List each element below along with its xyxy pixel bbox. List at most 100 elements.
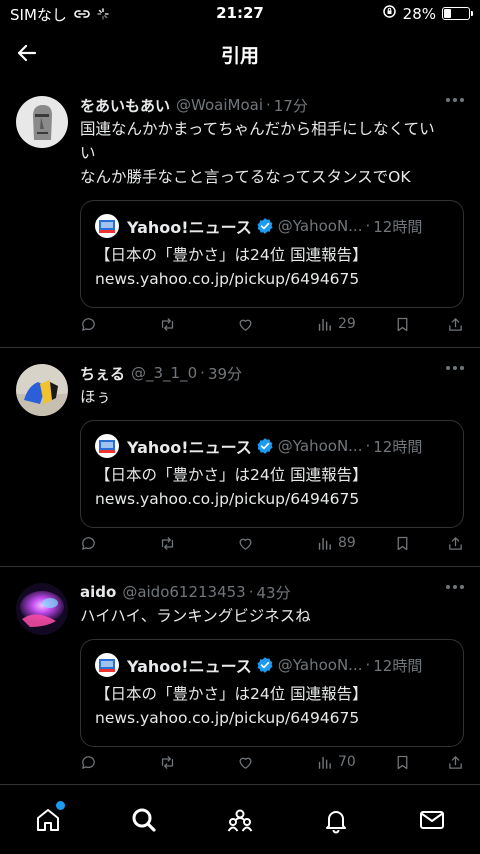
like-icon: [239, 538, 252, 550]
tab-communities[interactable]: [223, 803, 257, 837]
author-handle[interactable]: @WoaiMoai: [176, 96, 263, 114]
bookmark-button[interactable]: [394, 313, 411, 335]
like-button[interactable]: [237, 313, 254, 335]
share-button[interactable]: [447, 751, 464, 773]
post-item[interactable]: aido @aido61213453 · 43分 ハイハイ、ランキングビジネスね…: [0, 567, 480, 786]
post-header: ちぇる @_3_1_0 · 39分: [80, 362, 464, 384]
bookmark-button[interactable]: [394, 751, 411, 773]
quoted-text: 【日本の「豊かさ」は24位 国連報告】 news.yahoo.co.jp/pic…: [95, 463, 449, 511]
views-count: 89: [338, 535, 356, 551]
tab-messages[interactable]: [415, 803, 449, 837]
bookmark-button[interactable]: [394, 532, 411, 554]
orientation-lock-icon: [382, 4, 397, 23]
quoted-header: Yahoo!ニュース @YahooN... · 12時間: [95, 652, 449, 678]
author-handle[interactable]: @_3_1_0: [131, 364, 197, 382]
home-notification-dot: [56, 801, 65, 810]
views-count: 70: [338, 754, 356, 770]
repost-button[interactable]: [159, 751, 176, 773]
post-item[interactable]: をあいもあい @WoaiMoai · 17分 国連なんかかまってちゃんだから相手…: [0, 80, 480, 348]
yahoo-logo-icon: [95, 214, 119, 238]
battery-percent: 28%: [402, 4, 436, 23]
quoted-text: 【日本の「豊かさ」は24位 国連報告】 news.yahoo.co.jp/pic…: [95, 682, 449, 730]
more-icon[interactable]: [446, 98, 464, 102]
tab-search[interactable]: [127, 803, 161, 837]
author-name[interactable]: aido: [80, 583, 116, 601]
quoted-time: 12時間: [373, 656, 423, 675]
yahoo-logo-icon: [95, 653, 119, 677]
quoted-text-link[interactable]: news.yahoo.co.jp/pickup/6494675: [95, 487, 449, 511]
reply-button[interactable]: [80, 751, 97, 773]
quoted-post[interactable]: Yahoo!ニュース @YahooN... · 12時間 【日本の「豊かさ」は2…: [80, 200, 464, 308]
post-body: ちぇる @_3_1_0 · 39分 ほぅ Yahoo!ニュース @YahooN.…: [80, 362, 464, 528]
verified-icon: [256, 656, 274, 674]
quote-feed: をあいもあい @WoaiMoai · 17分 国連なんかかまってちゃんだから相手…: [0, 80, 480, 786]
quoted-author-name: Yahoo!ニュース: [127, 438, 252, 457]
repost-icon: [161, 317, 174, 331]
repost-button[interactable]: [159, 532, 176, 554]
battery-icon: [442, 7, 473, 20]
post-actions: 70: [80, 751, 464, 773]
repost-button[interactable]: [159, 313, 176, 335]
share-icon: [449, 755, 462, 769]
quoted-text: 【日本の「豊かさ」は24位 国連報告】 news.yahoo.co.jp/pic…: [95, 243, 449, 291]
quoted-author-handle: @YahooN...: [277, 437, 363, 455]
post-time: 43分: [256, 583, 291, 602]
more-icon[interactable]: [446, 585, 464, 589]
reply-icon: [82, 317, 95, 331]
post-time: 17分: [273, 96, 308, 115]
quoted-text-headline: 【日本の「豊かさ」は24位 国連報告】: [95, 685, 368, 703]
post-text: ハイハイ、ランキングビジネスね: [80, 607, 311, 625]
like-icon: [239, 319, 252, 331]
author-name[interactable]: ちぇる: [80, 363, 125, 384]
share-button[interactable]: [447, 313, 464, 335]
tab-notifications[interactable]: [319, 803, 353, 837]
views-icon: [318, 318, 331, 331]
reply-button[interactable]: [80, 532, 97, 554]
quoted-author-handle: @YahooN...: [277, 656, 363, 674]
quoted-text-link[interactable]: news.yahoo.co.jp/pickup/6494675: [95, 706, 449, 730]
avatar[interactable]: [16, 583, 68, 635]
quoted-text-headline: 【日本の「豊かさ」は24位 国連報告】: [95, 246, 368, 264]
like-button[interactable]: [237, 532, 254, 554]
views-button[interactable]: 29: [316, 313, 356, 335]
post-item[interactable]: ちぇる @_3_1_0 · 39分 ほぅ Yahoo!ニュース @YahooN.…: [0, 348, 480, 567]
repost-icon: [161, 536, 174, 550]
home-icon: [37, 809, 59, 831]
verified-icon: [256, 437, 274, 455]
author-handle[interactable]: @aido61213453: [122, 583, 245, 601]
battery-fill: [444, 9, 452, 18]
avatar[interactable]: [16, 364, 68, 416]
quoted-text-link[interactable]: news.yahoo.co.jp/pickup/6494675: [95, 267, 449, 291]
quoted-text-headline: 【日本の「豊かさ」は24位 国連報告】: [95, 466, 368, 484]
post-actions: 89: [80, 532, 464, 554]
share-button[interactable]: [447, 532, 464, 554]
messages-icon: [420, 811, 444, 829]
bottom-tab-bar: [0, 784, 480, 854]
quoted-header: Yahoo!ニュース @YahooN... · 12時間: [95, 213, 449, 239]
quoted-author-name: Yahoo!ニュース: [127, 218, 252, 237]
more-icon[interactable]: [446, 366, 464, 370]
separator: ·: [365, 437, 371, 455]
views-button[interactable]: 70: [316, 751, 356, 773]
search-icon: [132, 808, 156, 832]
status-right: 28%: [382, 4, 473, 23]
reply-button[interactable]: [80, 313, 97, 335]
quoted-time: 12時間: [373, 437, 423, 456]
author-name[interactable]: をあいもあい: [80, 95, 170, 116]
repost-icon: [161, 755, 174, 769]
quoted-post[interactable]: Yahoo!ニュース @YahooN... · 12時間 【日本の「豊かさ」は2…: [80, 420, 464, 528]
avatar[interactable]: [16, 96, 68, 148]
yahoo-logo-icon: [95, 434, 119, 458]
post-actions: 29: [80, 313, 464, 335]
separator: ·: [365, 217, 371, 235]
post-header: をあいもあい @WoaiMoai · 17分: [80, 94, 464, 116]
views-button[interactable]: 89: [316, 532, 356, 554]
like-button[interactable]: [237, 751, 254, 773]
share-icon: [449, 536, 462, 550]
quoted-post[interactable]: Yahoo!ニュース @YahooN... · 12時間 【日本の「豊かさ」は2…: [80, 639, 464, 747]
page-title: 引用: [220, 45, 259, 67]
post-text: 国連なんかかまってちゃんだから相手にしなくてい い なんか勝手なこと言ってるなっ…: [80, 120, 435, 186]
post-body: aido @aido61213453 · 43分 ハイハイ、ランキングビジネスね…: [80, 581, 464, 747]
communities-icon: [227, 809, 253, 832]
tab-home[interactable]: [31, 801, 65, 837]
